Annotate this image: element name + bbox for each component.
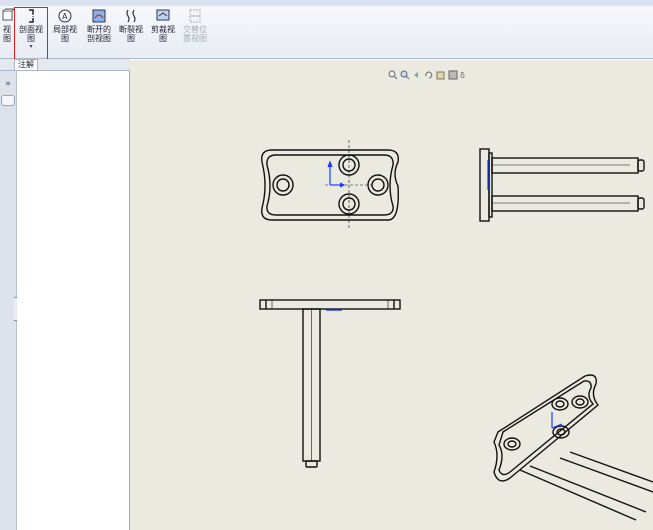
tab-annotation[interactable]: 注解 <box>14 59 38 70</box>
alternate-position-view-icon <box>187 8 203 24</box>
svg-text:A: A <box>62 12 68 21</box>
detail-view-icon: A <box>57 8 73 24</box>
view-layout-ribbon: 视 图 剖面视 图 ▾ A 局部视 图 断开的 剖视图 断裂视 图 剪裁视 图 <box>0 6 653 59</box>
svg-text:δ: δ <box>460 71 465 80</box>
display-style-icon[interactable] <box>448 65 458 80</box>
broken-out-section-icon <box>91 8 107 24</box>
model-view-icon <box>0 8 15 24</box>
crop-view-label: 剪裁视 图 <box>151 25 175 43</box>
drawing-sheet[interactable] <box>130 60 653 530</box>
detail-view-button[interactable]: A 局部视 图 <box>50 8 80 56</box>
feature-tree-pane <box>17 71 130 530</box>
crop-view-icon <box>155 8 171 24</box>
zoom-to-area-icon[interactable] <box>400 65 410 80</box>
model-view-label: 视 图 <box>3 25 11 43</box>
rotate-view-icon[interactable] <box>424 65 434 79</box>
zoom-to-fit-icon[interactable] <box>388 65 398 80</box>
panel-toggle-button[interactable] <box>1 95 15 106</box>
alternate-position-view-label: 交替位 置视图 <box>183 25 207 43</box>
broken-out-section-button[interactable]: 断开的 剖视图 <box>84 8 114 56</box>
broken-out-section-label: 断开的 剖视图 <box>87 25 111 43</box>
feature-manager-sidebar: » <box>0 71 20 530</box>
detail-view-label: 局部视 图 <box>53 25 77 43</box>
expand-panel-icon[interactable]: » <box>0 79 16 89</box>
command-manager-tabs: 注解 <box>0 59 130 71</box>
view-orientation-icon[interactable] <box>436 65 446 80</box>
break-view-button[interactable]: 断裂视 图 <box>116 8 146 56</box>
break-view-icon <box>123 8 139 24</box>
alternate-position-view-button[interactable]: 交替位 置视图 <box>180 8 210 56</box>
crop-view-button[interactable]: 剪裁视 图 <box>148 8 178 56</box>
section-view-highlight <box>14 7 48 63</box>
previous-view-icon[interactable] <box>412 65 422 78</box>
heads-up-view-toolbar: δ <box>388 64 470 80</box>
model-view-button[interactable]: 视 图 <box>0 8 14 56</box>
view-settings-icon[interactable]: δ <box>460 65 470 80</box>
break-view-label: 断裂视 图 <box>119 25 143 43</box>
